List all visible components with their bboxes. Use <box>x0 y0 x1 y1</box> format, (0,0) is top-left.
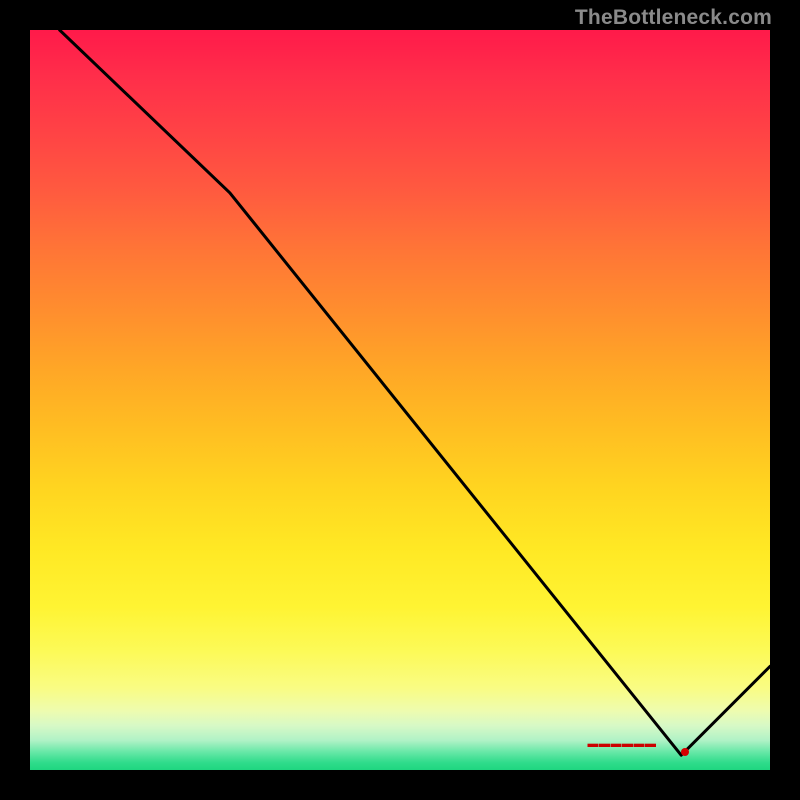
series-annotation-label: ▬▬▬▬▬▬ <box>588 738 657 750</box>
plot-area: ▬▬▬▬▬▬ <box>30 30 770 770</box>
attribution-text: TheBottleneck.com <box>575 6 772 30</box>
line-chart <box>30 30 770 770</box>
series-line <box>60 30 770 755</box>
series-marker-icon <box>681 748 689 756</box>
